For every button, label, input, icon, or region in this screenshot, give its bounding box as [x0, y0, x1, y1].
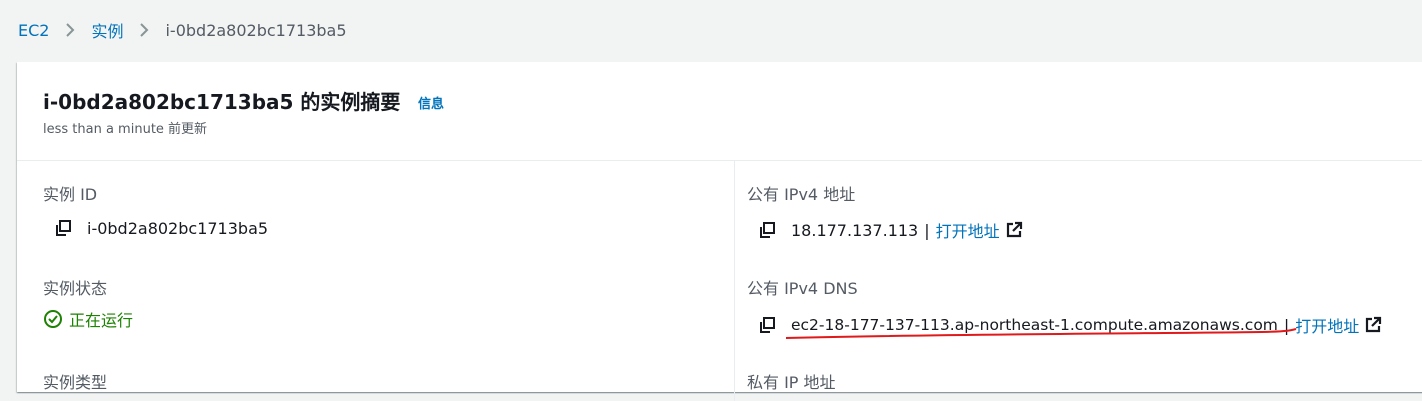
instance-id-label: 实例 ID	[43, 185, 98, 204]
instance-state-value: 正在运行	[69, 311, 134, 330]
breadcrumb-instances[interactable]: 实例	[91, 18, 123, 42]
instance-type-label: 实例类型	[43, 373, 108, 392]
column-divider	[734, 161, 735, 401]
instance-state-label: 实例状态	[43, 279, 108, 298]
public-ipv4-label: 公有 IPv4 地址	[747, 185, 856, 204]
chevron-right-icon	[65, 22, 75, 38]
copy-icon[interactable]	[53, 218, 73, 238]
annotation-underline	[785, 328, 1297, 339]
external-link-icon[interactable]	[1004, 220, 1024, 240]
public-ipv4-value-row: 18.177.137.113 | 打开地址	[757, 218, 1024, 242]
page-title: i-0bd2a802bc1713ba5 的实例摘要	[43, 90, 401, 114]
open-address-link[interactable]: 打开地址	[1295, 313, 1359, 337]
info-link[interactable]: 信息	[418, 93, 444, 112]
public-ipv4-value: 18.177.137.113	[791, 220, 919, 240]
status-badge: 正在运行	[43, 307, 133, 331]
panel-header: i-0bd2a802bc1713ba5 的实例摘要 信息 less than a…	[17, 62, 1422, 161]
open-address-link[interactable]: 打开地址	[936, 218, 1000, 242]
chevron-right-icon	[139, 22, 149, 38]
copy-icon[interactable]	[757, 220, 777, 240]
instance-id-value-row: i-0bd2a802bc1713ba5	[53, 218, 268, 238]
breadcrumb-current: i-0bd2a802bc1713ba5	[165, 20, 347, 40]
public-dns-label: 公有 IPv4 DNS	[747, 279, 858, 298]
separator: |	[924, 220, 930, 240]
copy-icon[interactable]	[757, 315, 777, 335]
instance-id-value: i-0bd2a802bc1713ba5	[87, 218, 269, 238]
external-link-icon[interactable]	[1363, 315, 1383, 335]
breadcrumb-ec2[interactable]: EC2	[18, 21, 49, 40]
breadcrumb: EC2 实例 i-0bd2a802bc1713ba5	[18, 18, 347, 42]
last-updated-text: less than a minute 前更新	[43, 122, 208, 137]
check-circle-icon	[43, 309, 63, 329]
private-ip-label: 私有 IP 地址	[747, 373, 836, 392]
